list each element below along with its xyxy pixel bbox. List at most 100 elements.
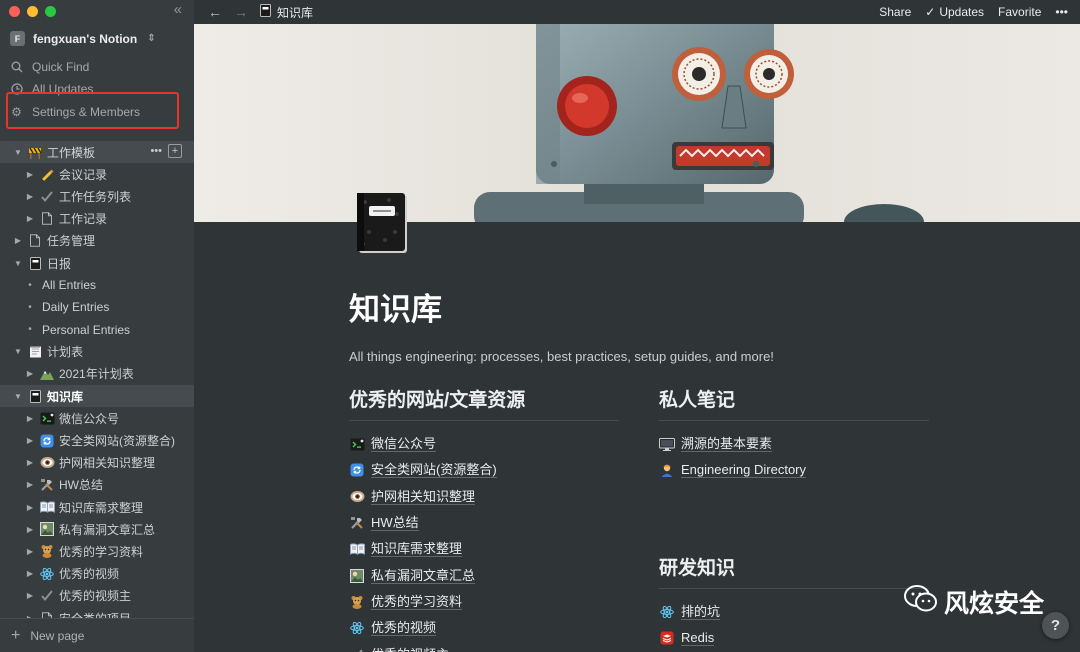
more-options-icon[interactable]: ••• [150, 145, 162, 157]
collapse-sidebar-icon[interactable]: « [174, 1, 182, 18]
sidebar-item-label: All Entries [42, 278, 97, 293]
sidebar-item[interactable]: ▶ 工作任务列表 [0, 185, 194, 207]
page-link[interactable]: 优秀的学习资料 [349, 589, 619, 615]
page-link-label: 优秀的视频 [371, 620, 437, 637]
page-description[interactable]: All things engineering: processes, best … [349, 349, 774, 364]
sidebar-item-label: 任务管理 [47, 234, 96, 249]
sidebar-item-label: 微信公众号 [59, 411, 120, 426]
new-page-button[interactable]: + New page [0, 618, 194, 652]
page-link[interactable]: Engineering Directory [659, 457, 929, 483]
favorite-button[interactable]: Favorite [998, 5, 1041, 19]
more-options-icon[interactable]: ••• [1055, 5, 1068, 19]
sidebar-item[interactable]: ▶ 优秀的学习资料 [0, 540, 194, 562]
page-link[interactable]: 安全类网站(资源整合) [349, 457, 619, 483]
quick-find-button[interactable]: Quick Find [10, 60, 89, 74]
sidebar-item[interactable]: ▶ 会议记录 [0, 163, 194, 185]
triangle-down-icon[interactable]: ▼ [12, 347, 24, 356]
page-icon [39, 212, 55, 226]
triangle-right-icon[interactable]: ▶ [24, 503, 36, 512]
page-link[interactable]: 优秀的视频 [349, 615, 619, 641]
teddy-bear-icon [349, 595, 365, 609]
page-link-label: 排的坑 [681, 604, 721, 621]
page-link[interactable]: 护网相关知识整理 [349, 484, 619, 510]
notebook-icon [27, 389, 43, 403]
breadcrumb[interactable]: 知识库 [260, 4, 313, 21]
sidebar-item[interactable]: ▼ 计划表 [0, 341, 194, 363]
sidebar-item-label: 日报 [47, 256, 72, 271]
page-link[interactable]: 知识库需求整理 [349, 536, 619, 562]
dev-knowledge-list: 排的坑 Redis [659, 599, 929, 652]
sidebar-item[interactable]: • All Entries [0, 274, 194, 296]
workspace-switcher[interactable]: F fengxuan's Notion ⇕ [10, 31, 156, 46]
sidebar-item[interactable]: ▶ 微信公众号 [0, 407, 194, 429]
page-link-label: 安全类网站(资源整合) [371, 462, 497, 479]
plus-icon: + [11, 626, 21, 644]
page-link[interactable]: 溯源的基本要素 [659, 431, 929, 457]
triangle-right-icon[interactable]: ▶ [24, 569, 36, 578]
triangle-right-icon[interactable]: ▶ [24, 369, 36, 378]
sidebar-item[interactable]: ▼ 知识库 [0, 385, 194, 408]
private-notes-heading[interactable]: 私人笔记 [659, 385, 929, 421]
triangle-down-icon[interactable]: ▼ [12, 259, 24, 268]
page-title[interactable]: 知识库 [349, 284, 442, 329]
page-link[interactable]: 排的坑 [659, 599, 929, 625]
resources-column: 优秀的网站/文章资源 微信公众号安全类网站(资源整合) 护网相关知识整理 HW总结知… [349, 385, 619, 652]
sidebar-item[interactable]: • Daily Entries [0, 296, 194, 318]
resources-list: 微信公众号安全类网站(资源整合) 护网相关知识整理 HW总结知识库需求整理 私有漏洞文… [349, 431, 619, 652]
close-window-button[interactable] [9, 6, 20, 17]
teddy-bear-icon [39, 544, 55, 559]
page-link-label: HW总结 [371, 515, 419, 532]
bullet-icon: • [28, 301, 32, 313]
triangle-down-icon[interactable]: ▼ [12, 148, 24, 157]
triangle-right-icon[interactable]: ▶ [24, 192, 36, 201]
page-link[interactable]: 私有漏洞文章汇总 [349, 562, 619, 588]
add-subpage-icon[interactable]: + [168, 144, 182, 158]
page-link-label: 优秀的学习资料 [371, 593, 463, 610]
triangle-right-icon[interactable]: ▶ [24, 591, 36, 600]
back-arrow-icon[interactable]: ← [208, 4, 222, 20]
help-button[interactable]: ? [1042, 612, 1069, 639]
sidebar-item[interactable]: ▼ 工作模板 ••• + [0, 141, 194, 164]
triangle-right-icon[interactable]: ▶ [24, 414, 36, 423]
triangle-right-icon[interactable]: ▶ [24, 458, 36, 467]
terminal-icon [349, 437, 365, 451]
page-link[interactable]: HW总结 [349, 510, 619, 536]
triangle-right-icon[interactable]: ▶ [24, 170, 36, 179]
minimize-window-button[interactable] [27, 6, 38, 17]
sidebar-item[interactable]: ▶ HW总结 [0, 474, 194, 496]
cover-image[interactable] [194, 24, 1080, 222]
page-icon-notebook[interactable] [355, 192, 411, 254]
updates-button[interactable]: ✓ Updates [925, 5, 984, 19]
forward-arrow-icon[interactable]: → [234, 4, 248, 20]
sidebar-item[interactable]: ▶ 私有漏洞文章汇总 [0, 518, 194, 540]
sidebar-item[interactable]: ▶ 工作记录 [0, 208, 194, 230]
sidebar-item[interactable]: • Personal Entries [0, 319, 194, 341]
dev-knowledge-heading[interactable]: 研发知识 [659, 553, 929, 589]
zoom-window-button[interactable] [45, 6, 56, 17]
sidebar-item[interactable]: ▶ 护网相关知识整理 [0, 452, 194, 474]
page-link[interactable]: 微信公众号 [349, 431, 619, 457]
sidebar-item[interactable]: ▶ 2021年计划表 [0, 363, 194, 385]
triangle-right-icon[interactable]: ▶ [24, 214, 36, 223]
atom-icon [659, 605, 675, 619]
triangle-right-icon[interactable]: ▶ [12, 236, 24, 245]
sidebar-item-label: 安全类网站(资源整合) [59, 434, 175, 449]
triangle-right-icon[interactable]: ▶ [24, 525, 36, 534]
sidebar-item[interactable]: ▶ 知识库需求整理 [0, 496, 194, 518]
tools-icon [349, 516, 365, 530]
triangle-right-icon[interactable]: ▶ [24, 436, 36, 445]
resources-heading[interactable]: 优秀的网站/文章资源 [349, 385, 619, 421]
share-button[interactable]: Share [879, 5, 911, 19]
triangle-down-icon[interactable]: ▼ [12, 392, 24, 401]
check-mark-icon [39, 589, 55, 603]
page-link[interactable]: 优秀的视频主 [349, 641, 619, 652]
sidebar-item[interactable]: ▶ 安全类网站(资源整合) [0, 429, 194, 451]
triangle-right-icon[interactable]: ▶ [24, 547, 36, 556]
sidebar-item[interactable]: ▶ 任务管理 [0, 230, 194, 252]
triangle-right-icon[interactable]: ▶ [24, 480, 36, 489]
sidebar-item[interactable]: ▶ 优秀的视频主 [0, 585, 194, 607]
sidebar-item[interactable]: ▼ 日报 [0, 252, 194, 274]
page-link[interactable]: Redis [659, 625, 929, 651]
atom-icon [39, 567, 55, 581]
sidebar-item[interactable]: ▶ 优秀的视频 [0, 563, 194, 585]
